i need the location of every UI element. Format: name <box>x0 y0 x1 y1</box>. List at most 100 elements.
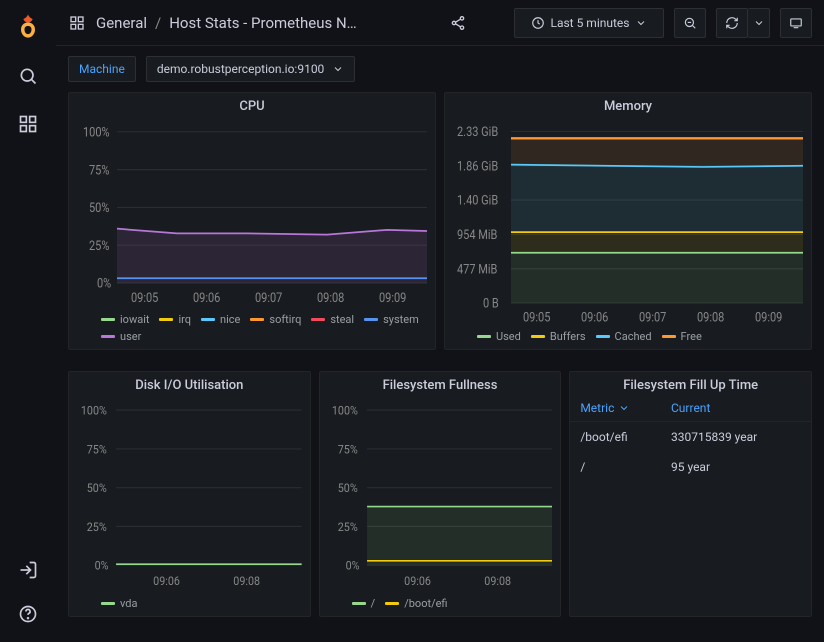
clock-icon <box>531 16 545 30</box>
chevron-down-icon <box>618 402 630 414</box>
fs-chart: 100% 75% 50% 25% 0% 09:06 09:08 <box>328 399 553 593</box>
table-header: Metric Current <box>570 395 811 422</box>
table-header-metric[interactable]: Metric <box>580 401 671 415</box>
svg-text:25%: 25% <box>89 238 110 253</box>
refresh-interval-button[interactable] <box>748 8 770 38</box>
table-row: /boot/efi 330715839 year <box>570 422 811 452</box>
panel-title: CPU <box>69 93 435 116</box>
legend-item[interactable]: iowait <box>101 313 149 326</box>
svg-text:100%: 100% <box>81 403 107 418</box>
legend-swatch <box>101 318 115 321</box>
svg-text:09:08: 09:08 <box>317 290 345 305</box>
legend-item[interactable]: steal <box>311 313 354 326</box>
svg-text:09:08: 09:08 <box>484 574 511 589</box>
svg-text:09:06: 09:06 <box>581 310 609 325</box>
svg-text:09:06: 09:06 <box>153 574 180 589</box>
legend-label: softirq <box>269 313 301 326</box>
breadcrumb-title[interactable]: Host Stats - Prometheus N… <box>169 14 357 32</box>
dashboards-icon[interactable] <box>16 112 40 136</box>
legend-swatch <box>101 335 115 338</box>
legend-label: system <box>383 313 419 326</box>
legend-label: user <box>120 330 141 343</box>
variable-value-dropdown[interactable]: demo.robustperception.io:9100 <box>146 56 356 82</box>
disk-chart: 100% 75% 50% 25% 0% 09:06 09:08 <box>77 399 302 593</box>
table-header-current[interactable]: Current <box>671 401 801 415</box>
legend-swatch <box>101 602 115 605</box>
search-icon[interactable] <box>16 64 40 88</box>
panel-cpu[interactable]: CPU 100% 75% <box>68 92 436 350</box>
svg-text:09:06: 09:06 <box>193 290 221 305</box>
svg-text:477 MiB: 477 MiB <box>457 262 497 277</box>
svg-text:75%: 75% <box>89 162 110 177</box>
panel-fs-fullness[interactable]: Filesystem Fullness 100% 75% <box>319 371 562 617</box>
grafana-logo-icon[interactable] <box>14 12 42 40</box>
legend-item[interactable]: irq <box>159 313 191 326</box>
signin-icon[interactable] <box>16 558 40 582</box>
svg-text:25%: 25% <box>337 519 357 534</box>
legend-item[interactable]: vda <box>101 597 137 610</box>
cell-metric: /boot/efi <box>580 430 671 444</box>
panel-disk-io[interactable]: Disk I/O Utilisation 100% 75% <box>68 371 311 617</box>
legend-swatch <box>596 335 610 338</box>
time-range-picker[interactable]: Last 5 minutes <box>514 8 664 38</box>
legend-label: vda <box>120 597 137 610</box>
chevron-down-icon <box>332 63 344 75</box>
topbar: General / Host Stats - Prometheus N… Las… <box>56 0 824 46</box>
legend-item[interactable]: Free <box>662 330 702 343</box>
legend-item[interactable]: user <box>101 330 141 343</box>
svg-text:1.86 GiB: 1.86 GiB <box>457 159 498 174</box>
legend-swatch <box>159 318 173 321</box>
panel-title: Disk I/O Utilisation <box>69 372 310 395</box>
svg-text:1.40 GiB: 1.40 GiB <box>457 193 498 208</box>
legend-item[interactable]: Buffers <box>531 330 586 343</box>
svg-text:100%: 100% <box>332 403 358 418</box>
breadcrumb-folder[interactable]: General <box>96 14 147 32</box>
chevron-down-icon <box>635 17 647 29</box>
variable-label[interactable]: Machine <box>68 56 136 82</box>
legend-item[interactable]: nice <box>201 313 240 326</box>
legend: / /boot/efi <box>328 593 553 610</box>
legend-label: / <box>371 597 376 610</box>
legend-label: Free <box>681 330 702 343</box>
legend-item[interactable]: / <box>352 597 376 610</box>
svg-text:50%: 50% <box>337 480 357 495</box>
help-icon[interactable] <box>16 602 40 626</box>
legend-item[interactable]: softirq <box>250 313 301 326</box>
legend-item[interactable]: /boot/efi <box>385 597 447 610</box>
left-rail <box>0 0 56 642</box>
panel-fs-fillup[interactable]: Filesystem Fill Up Time Metric Current /… <box>569 371 812 617</box>
breadcrumb-sep: / <box>155 14 161 32</box>
svg-text:25%: 25% <box>87 519 107 534</box>
cpu-chart: 100% 75% 50% 25% 0% 09:05 09:06 09:07 09… <box>77 120 427 309</box>
svg-text:0%: 0% <box>345 558 359 573</box>
svg-text:50%: 50% <box>89 200 110 215</box>
svg-text:09:08: 09:08 <box>697 310 724 325</box>
svg-text:0%: 0% <box>97 276 111 291</box>
legend-swatch <box>662 335 676 338</box>
cell-metric: / <box>580 460 671 474</box>
apps-icon[interactable] <box>68 14 86 32</box>
tv-mode-button[interactable] <box>780 8 812 38</box>
legend-swatch <box>364 318 378 321</box>
legend: Used Buffers Cached Free <box>453 326 803 343</box>
cell-current: 330715839 year <box>671 430 801 444</box>
legend: iowait irqnice softirq steal system user <box>77 309 427 343</box>
share-icon[interactable] <box>442 8 474 38</box>
legend-item[interactable]: Cached <box>596 330 652 343</box>
legend-item[interactable]: Used <box>477 330 521 343</box>
svg-text:75%: 75% <box>87 442 107 457</box>
legend-label: /boot/efi <box>404 597 447 610</box>
svg-text:09:06: 09:06 <box>404 574 431 589</box>
legend-item[interactable]: system <box>364 313 419 326</box>
zoom-out-button[interactable] <box>674 8 706 38</box>
table-row: / 95 year <box>570 452 811 482</box>
legend-swatch <box>531 335 545 338</box>
svg-text:09:05: 09:05 <box>131 290 159 305</box>
refresh-button[interactable] <box>716 8 748 38</box>
variable-value-text: demo.robustperception.io:9100 <box>157 62 325 76</box>
legend-label: Buffers <box>550 330 586 343</box>
svg-text:0 B: 0 B <box>483 296 499 311</box>
panel-memory[interactable]: Memory 2.33 GiB <box>444 92 812 350</box>
svg-text:100%: 100% <box>83 125 110 140</box>
svg-text:09:07: 09:07 <box>639 310 667 325</box>
